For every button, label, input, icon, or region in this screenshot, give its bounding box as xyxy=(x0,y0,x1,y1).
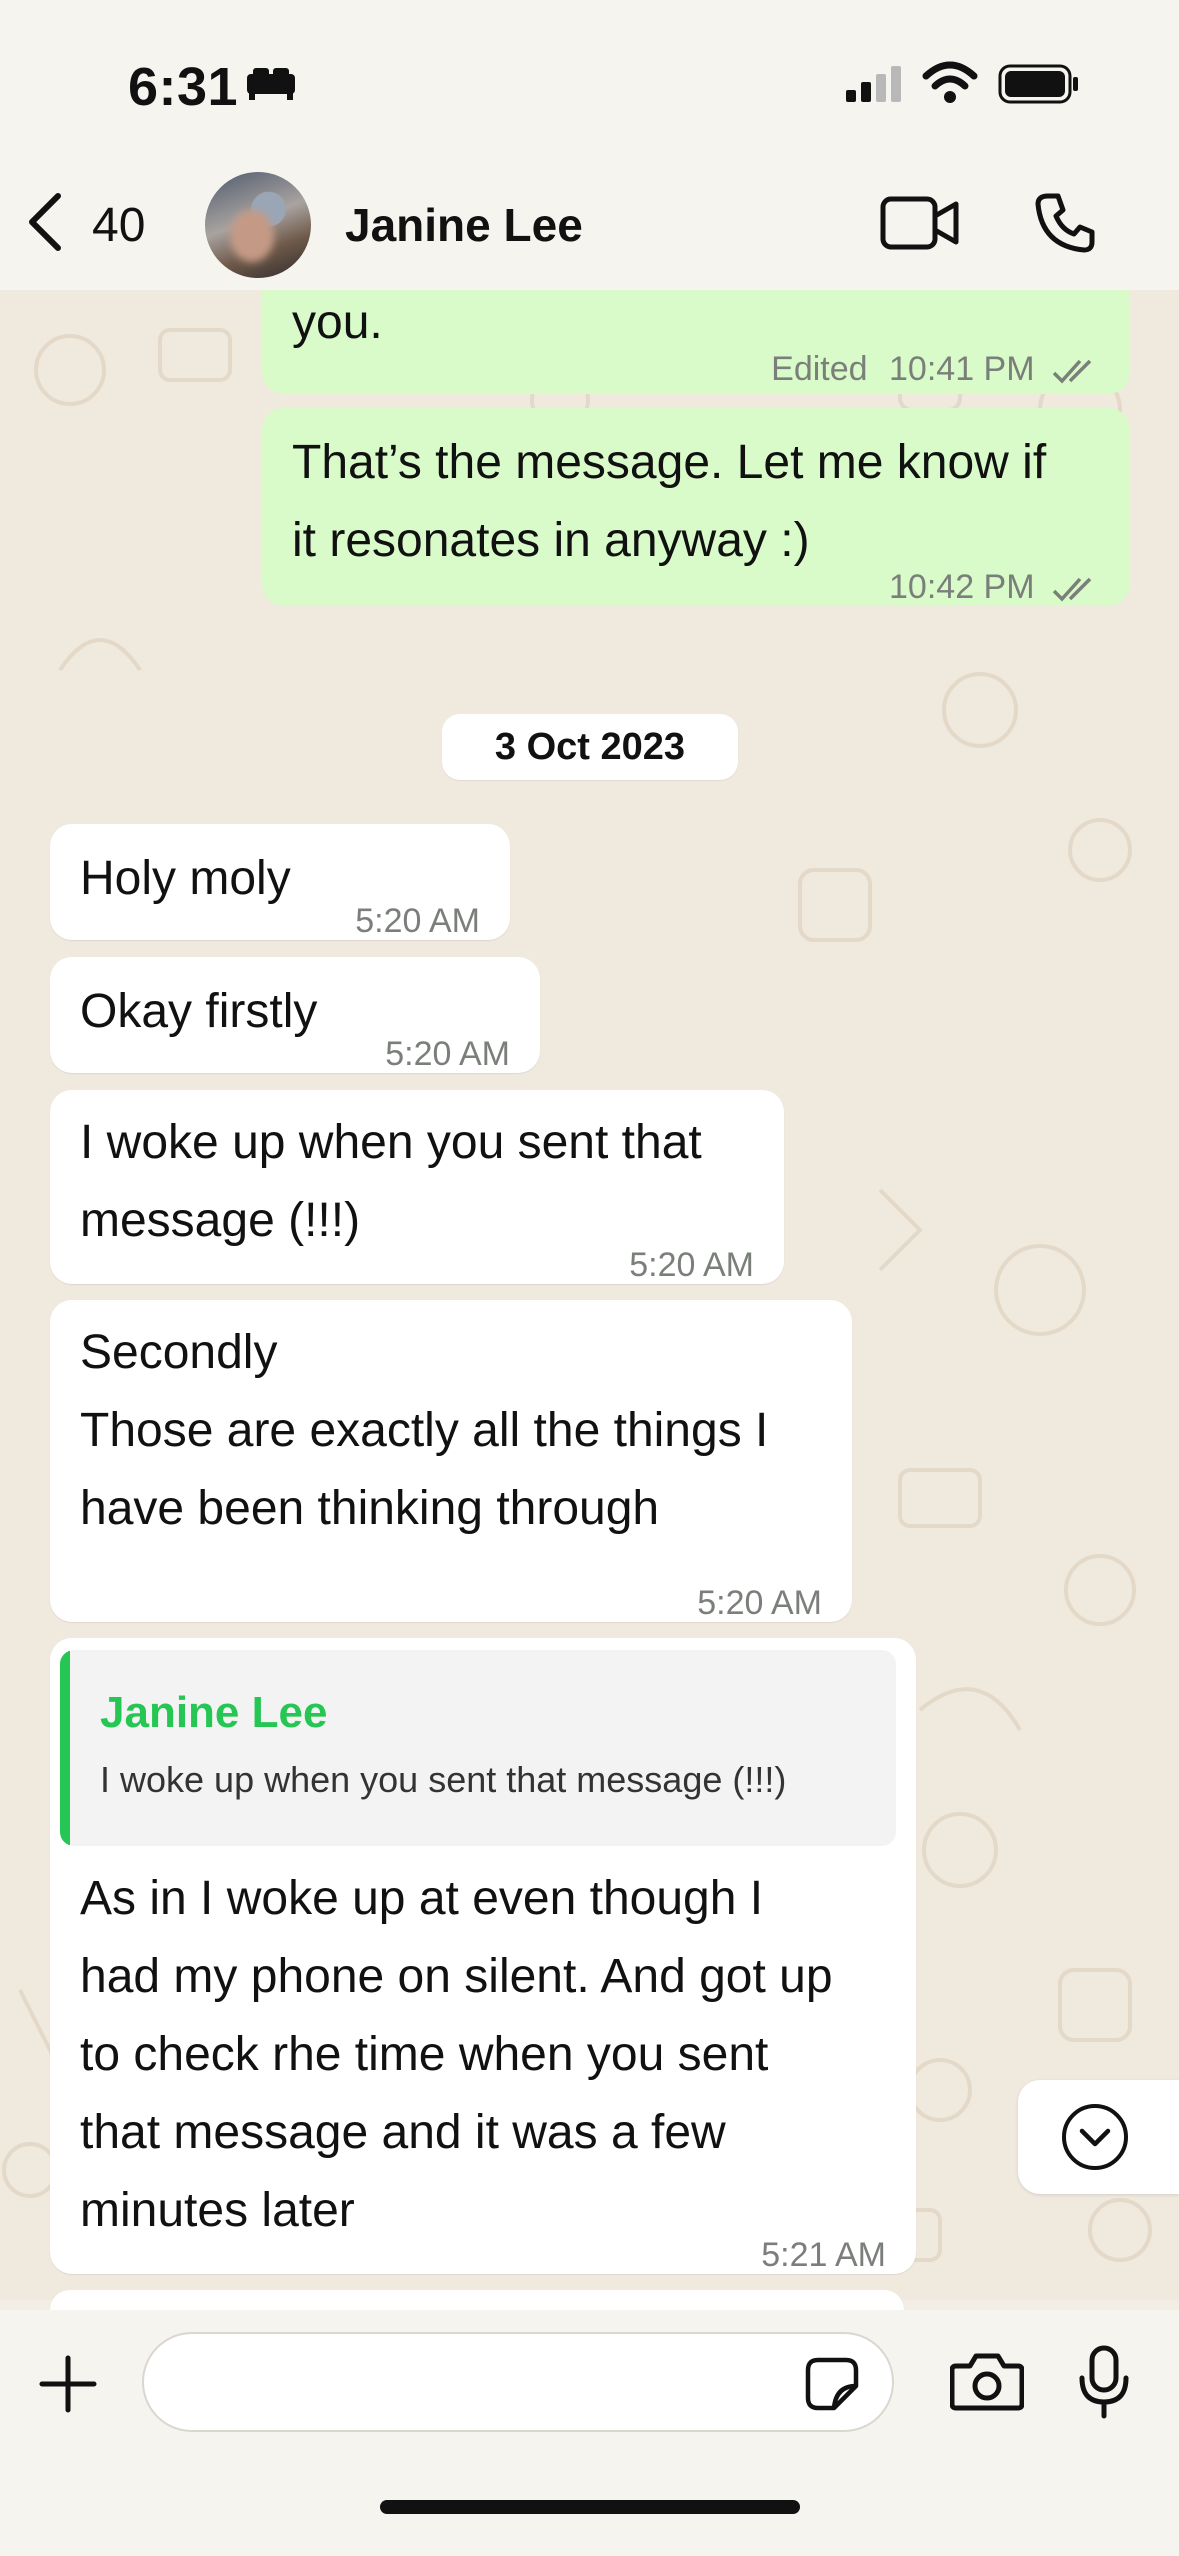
message-text: As in I woke up at even though I had my … xyxy=(80,1872,833,2237)
signal-icon xyxy=(846,66,901,102)
message-text: you. xyxy=(292,296,383,349)
message-meta: 10:42 PM xyxy=(889,548,1098,626)
message-bubble-incoming[interactable]: Secondly Those are exactly all the thing… xyxy=(50,1300,852,1622)
message-text: Okay firstly xyxy=(80,985,318,1038)
bed-icon xyxy=(247,68,295,100)
contact-name[interactable]: Janine Lee xyxy=(345,198,583,252)
message-bubble-incoming[interactable]: Holy moly 5:20 AM xyxy=(50,824,510,940)
status-time: 6:31 xyxy=(128,57,239,117)
sticker-icon[interactable] xyxy=(804,2356,860,2412)
message-bubble-incoming[interactable]: Janine Lee I woke up when you sent that … xyxy=(50,1638,916,2274)
message-time: 5:20 AM xyxy=(355,902,480,940)
double-check-icon xyxy=(1052,577,1092,602)
message-time: 5:20 AM xyxy=(697,1584,822,1622)
avatar[interactable] xyxy=(205,172,311,278)
video-call-icon[interactable] xyxy=(880,194,960,252)
double-check-icon xyxy=(1052,359,1092,384)
message-text: Holy moly xyxy=(80,852,291,905)
message-time: 5:20 AM xyxy=(629,1246,754,1284)
camera-icon[interactable] xyxy=(950,2350,1024,2412)
message-bubble-outgoing[interactable]: That’s the message. Let me know if it re… xyxy=(262,408,1130,606)
quoted-message[interactable]: Janine Lee I woke up when you sent that … xyxy=(60,1650,896,1846)
message-bubble-incoming[interactable]: Okay firstly 5:20 AM xyxy=(50,957,540,1073)
status-bar: 6:31 xyxy=(0,0,1179,150)
microphone-icon[interactable] xyxy=(1076,2344,1132,2420)
quoted-sender: Janine Lee xyxy=(100,1688,328,1737)
back-chevron-icon[interactable] xyxy=(22,190,66,254)
home-indicator xyxy=(380,2500,800,2514)
message-bubble-outgoing[interactable]: you. Edited 10:41 PM xyxy=(262,290,1130,394)
message-input-field[interactable] xyxy=(142,2332,894,2432)
plus-icon[interactable] xyxy=(38,2354,98,2414)
quote-accent-bar xyxy=(60,1650,70,1846)
message-text: Secondly Those are exactly all the thing… xyxy=(80,1326,769,1535)
message-time: 5:20 AM xyxy=(385,1035,510,1073)
message-time: 5:21 AM xyxy=(761,2236,886,2274)
edited-label: Edited xyxy=(771,350,868,388)
date-separator: 3 Oct 2023 xyxy=(442,714,738,780)
chat-header: 40 Janine Lee xyxy=(0,150,1179,290)
chevron-down-icon xyxy=(1062,2104,1128,2170)
message-time: 10:42 PM xyxy=(889,568,1035,606)
phone-icon[interactable] xyxy=(1034,192,1096,254)
battery-icon xyxy=(998,64,1078,104)
message-composer xyxy=(0,2310,1179,2556)
message-time: 10:41 PM xyxy=(889,350,1035,388)
wifi-icon xyxy=(922,61,978,103)
unread-count[interactable]: 40 xyxy=(92,198,145,253)
message-meta: Edited 10:41 PM xyxy=(771,330,1098,408)
message-text: I woke up when you sent that message (!!… xyxy=(80,1116,702,1247)
message-bubble-incoming[interactable]: I woke up when you sent that message (!!… xyxy=(50,1090,784,1284)
message-input[interactable] xyxy=(174,2354,798,2412)
scroll-to-bottom-button[interactable] xyxy=(1018,2080,1179,2194)
quoted-text: I woke up when you sent that message (!!… xyxy=(100,1759,787,1800)
